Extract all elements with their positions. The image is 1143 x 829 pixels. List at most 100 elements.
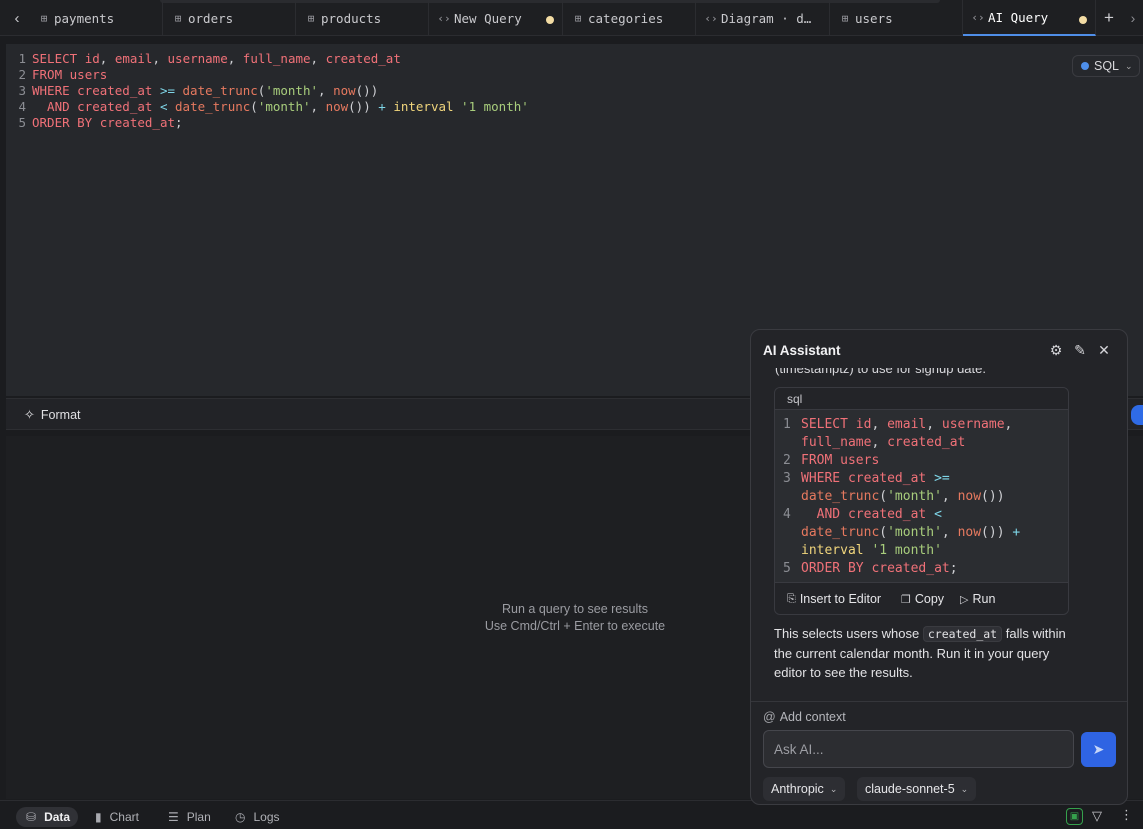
add-context-button[interactable]: @ Add context: [763, 710, 846, 724]
model-select[interactable]: claude-sonnet-5 ⌄: [857, 777, 977, 801]
tab-products[interactable]: ⊞ products: [296, 0, 429, 36]
code-line: ORDER BY created_at;: [801, 561, 958, 576]
clock-icon: ◷: [235, 810, 246, 824]
play-icon: ▷: [960, 593, 969, 606]
tab-label: users: [855, 10, 893, 26]
filter-icon[interactable]: ▽: [1092, 808, 1102, 824]
code-line: date_trunc('month', now()) +: [801, 525, 1021, 540]
insert-to-editor-button[interactable]: ⎘ Insert to Editor: [787, 592, 881, 606]
lock-icon[interactable]: ▣: [1066, 808, 1083, 825]
code-line: full_name, created_at: [801, 435, 966, 450]
run-button[interactable]: ▷ Run: [960, 592, 995, 606]
tab-bar: ‹ ⊞ payments ⊞ orders ⊞ products ‹› New …: [0, 0, 1143, 36]
tab-label: Logs: [253, 810, 280, 824]
table-icon: ⊞: [174, 11, 182, 25]
tab-label: payments: [54, 10, 115, 26]
more-vertical-icon[interactable]: ⋮: [1120, 807, 1133, 823]
unsaved-dot-icon: [1079, 16, 1087, 24]
add-tab-icon[interactable]: +: [1100, 8, 1118, 27]
tab-data[interactable]: ⛁ Data: [16, 807, 79, 827]
code-line-number: 2: [783, 453, 791, 468]
close-icon[interactable]: ✕: [1096, 342, 1112, 358]
line-number: 3: [18, 83, 26, 98]
message-text: (timestamptz) to use for signup date.: [775, 368, 986, 376]
tab-users[interactable]: ⊞ users: [830, 0, 963, 36]
message-text: This selects users whose: [774, 626, 920, 641]
ai-toggle-handle[interactable]: [1131, 405, 1143, 425]
tab-chart[interactable]: ▮ Chart: [95, 807, 139, 827]
tab-label: Data: [44, 810, 71, 824]
code-actions: ⎘ Insert to Editor ❐ Copy ▷ Run: [775, 582, 1068, 614]
table-icon: ⊞: [574, 11, 582, 25]
code-icon: ‹›: [971, 10, 985, 24]
line-number: 2: [18, 67, 26, 82]
at-sign-icon: @: [763, 710, 776, 724]
tab-logs[interactable]: ◷ Logs: [235, 807, 280, 827]
tab-ai-query[interactable]: ‹› AI Query: [963, 0, 1096, 36]
insert-label: Insert to Editor: [799, 592, 882, 606]
back-icon[interactable]: ‹: [7, 8, 27, 28]
sparkles-icon: ✧: [24, 407, 35, 422]
edit-icon[interactable]: ✎: [1072, 342, 1088, 358]
ask-ai-input[interactable]: [763, 730, 1074, 768]
send-button[interactable]: ➤: [1081, 732, 1116, 767]
editor-line: 5 ORDER BY created_at;: [6, 115, 182, 131]
tab-new-query[interactable]: ‹› New Query: [429, 0, 563, 36]
tab-payments[interactable]: ⊞ payments: [29, 0, 163, 36]
tab-label: products: [321, 10, 382, 26]
bar-chart-icon: ▮: [95, 810, 102, 824]
code-line: interval '1 month': [801, 543, 942, 558]
line-number: 5: [18, 115, 26, 130]
tab-label: Plan: [186, 810, 211, 824]
tab-categories[interactable]: ⊞ categories: [563, 0, 696, 36]
tab-label: Chart: [109, 810, 139, 824]
tab-plan[interactable]: ☰ Plan: [168, 807, 211, 827]
code-line: date_trunc('month', now()): [801, 489, 1005, 504]
table-icon: ⊞: [307, 11, 315, 25]
code-line: WHERE created_at >=: [801, 471, 950, 486]
code-icon: ‹›: [704, 11, 718, 25]
copy-button[interactable]: ❐ Copy: [901, 592, 944, 606]
unsaved-dot-icon: [546, 16, 554, 24]
language-select[interactable]: SQL ⌄: [1072, 55, 1140, 77]
code-line: FROM users: [801, 453, 880, 468]
panel-title: AI Assistant: [763, 343, 841, 358]
language-dot-icon: [1081, 62, 1089, 70]
editor-line: 2 FROM users: [6, 67, 107, 83]
provider-select[interactable]: Anthropic ⌄: [763, 777, 846, 801]
send-icon: ➤: [1092, 741, 1105, 757]
code-line-number: 4: [783, 507, 791, 522]
provider-label: Anthropic: [771, 782, 824, 796]
code-block: sql 1 SELECT id, email, username, full_n…: [774, 387, 1069, 615]
file-insert-icon: ⎘: [787, 592, 796, 605]
editor-line: 4 AND created_at < date_trunc('month', n…: [6, 99, 528, 115]
code-line-number: 1: [783, 417, 791, 432]
model-label: claude-sonnet-5: [865, 782, 955, 796]
language-label: SQL: [1094, 59, 1120, 73]
ai-assistant-panel: AI Assistant ⚙ ✎ ✕ (timestamptz) to use …: [750, 329, 1128, 805]
chevron-down-icon: ⌄: [960, 783, 969, 794]
code-language: sql: [775, 388, 1068, 410]
code-icon: ‹›: [437, 11, 451, 25]
code-line: SELECT id, email, username,: [801, 417, 1013, 432]
chevron-down-icon: ⌄: [1125, 60, 1133, 71]
copy-label: Copy: [914, 592, 945, 606]
code-line-number: 5: [783, 561, 791, 576]
ai-messages[interactable]: (timestamptz) to use for signup date. sq…: [751, 368, 1127, 702]
tab-label: orders: [188, 10, 234, 26]
inline-code: created_at: [922, 626, 1003, 642]
list-tree-icon: ☰: [168, 810, 179, 824]
add-context-label: Add context: [779, 710, 846, 724]
chevron-right-icon[interactable]: ›: [1126, 9, 1140, 27]
chevron-down-icon: ⌄: [829, 783, 838, 794]
tab-orders[interactable]: ⊞ orders: [163, 0, 296, 36]
table-icon: ⊞: [40, 11, 48, 25]
table-icon: ⊞: [841, 11, 849, 25]
code-line: AND created_at <: [801, 507, 942, 522]
format-button[interactable]: ✧ Format: [24, 407, 81, 423]
gear-icon[interactable]: ⚙: [1048, 342, 1064, 358]
tab-diagram[interactable]: ‹› Diagram · d…: [696, 0, 830, 36]
editor-line: 1 SELECT id, email, username, full_name, …: [6, 51, 400, 67]
copy-icon: ❐: [901, 593, 911, 606]
tab-label: Diagram · d…: [721, 10, 812, 26]
